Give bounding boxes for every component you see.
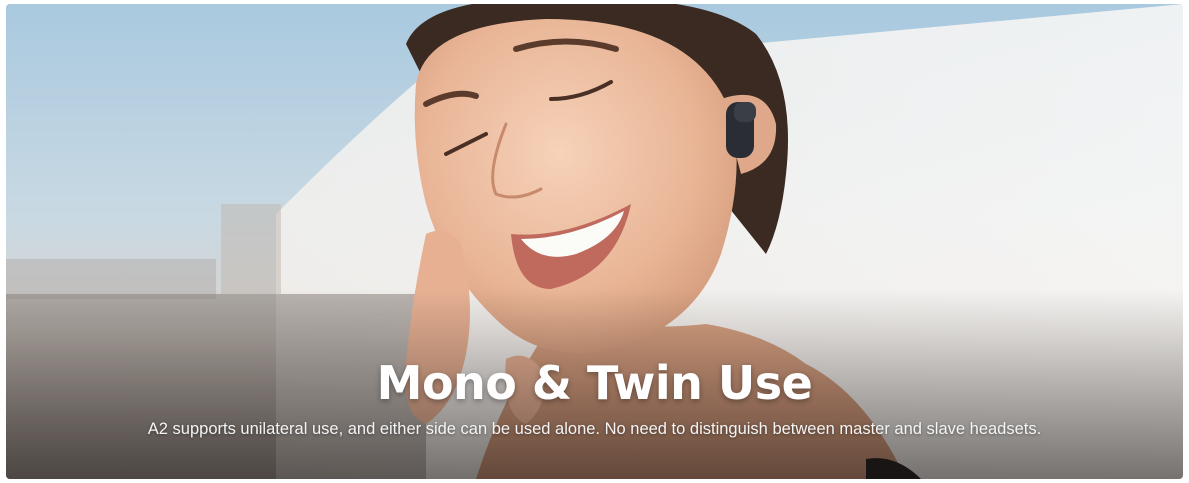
banner-description: A2 supports unilateral use, and either s… (147, 420, 1042, 438)
banner-title: Mono & Twin Use (376, 356, 813, 410)
product-banner: Mono & Twin Use A2 supports unilateral u… (6, 4, 1183, 479)
